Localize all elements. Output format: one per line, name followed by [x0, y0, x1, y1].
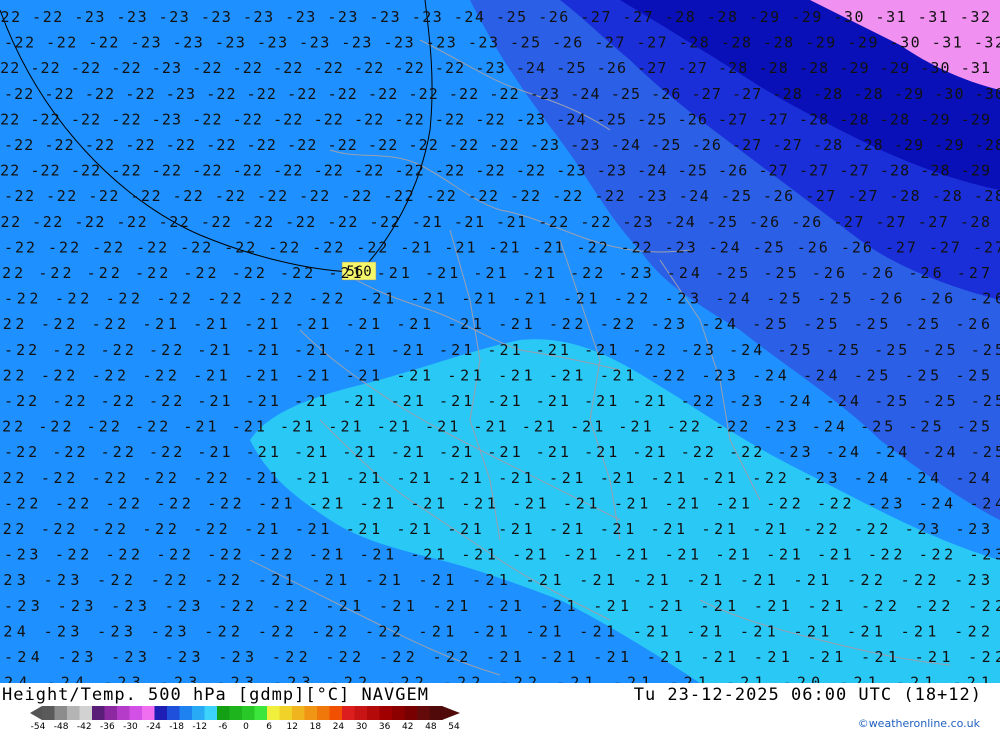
- weather-map: 560 -22 -22 -23 -23 -23 -23 -23 -23 -23 …: [0, 0, 1000, 683]
- map-title: Height/Temp. 500 hPa [gdmp][°C] NAVGEM: [2, 685, 429, 705]
- scale-arrow-left: [30, 706, 42, 720]
- scale-label: -12: [192, 722, 208, 732]
- scale-swatch: [392, 706, 405, 720]
- isotherm-row: -22 -22 -22 -22 -23 -22 -22 -22 -22 -22 …: [4, 85, 1000, 103]
- scale-swatch: [317, 706, 330, 720]
- scale-label: 54: [448, 722, 460, 732]
- scale-swatch: [417, 706, 430, 720]
- scale-swatch: [329, 706, 343, 720]
- scale-label: 6: [266, 722, 272, 732]
- scale-label: 18: [309, 722, 322, 732]
- scale-swatch: [279, 706, 293, 720]
- scale-swatch: [129, 706, 143, 720]
- isotherm-row: -22 -22 -22 -22 -21 -21 -21 -21 -21 -21 …: [4, 341, 1000, 359]
- scale-label: -18: [169, 722, 185, 732]
- isotherm-row: -22 -22 -22 -23 -23 -23 -23 -23 -23 -23 …: [4, 34, 1000, 52]
- isotherm-row: -22 -22 -22 -22 -22 -22 -22 -22 -22 -22 …: [4, 136, 1000, 154]
- scale-swatch: [54, 706, 68, 720]
- scale-label: -42: [76, 722, 92, 732]
- scale-swatch: [367, 706, 380, 720]
- scale-swatch: [217, 706, 230, 720]
- scale-label: 24: [332, 722, 345, 732]
- scale-label: -48: [53, 722, 69, 732]
- scale-label: 42: [402, 722, 414, 732]
- map-footer: Height/Temp. 500 hPa [gdmp][°C] NAVGEM T…: [0, 683, 1000, 733]
- isotherm-row: -22 -22 -22 -22 -22 -22 -22 -22 -22 -22 …: [4, 187, 1000, 205]
- scale-label: -30: [123, 722, 138, 732]
- scale-label: -24: [146, 722, 161, 732]
- scale-swatch: [42, 706, 55, 720]
- scale-swatch: [229, 706, 243, 720]
- scale-swatch: [67, 706, 80, 720]
- scale-swatch: [404, 706, 418, 720]
- scale-swatch: [304, 706, 318, 720]
- credit-link[interactable]: ©weatheronline.co.uk: [858, 717, 980, 730]
- isotherm-row: -22 -22 -22 -22 -21 -21 -21 -21 -21 -21 …: [4, 392, 1000, 410]
- isotherm-row: -22 -22 -22 -22 -23 -22 -22 -22 -22 -22 …: [0, 59, 990, 77]
- scale-swatch: [167, 706, 180, 720]
- scale-swatch: [292, 706, 305, 720]
- scale-swatch: [379, 706, 393, 720]
- isotherm-row: -22 -22 -22 -22 -22 -22 -22 -22 -22 -22 …: [0, 162, 990, 180]
- scale-swatch: [179, 706, 193, 720]
- isotherm-row: -24 -23 -23 -23 -23 -22 -22 -22 -22 -21 …: [4, 648, 1000, 666]
- scale-label: -54: [30, 722, 46, 732]
- scale-swatch: [192, 706, 205, 720]
- scale-label: -36: [99, 722, 115, 732]
- scale-swatch: [429, 706, 443, 720]
- color-scale: [30, 706, 460, 720]
- isotherm-row: -23 -23 -23 -23 -22 -22 -21 -21 -21 -21 …: [4, 597, 1000, 615]
- scale-swatch: [254, 706, 268, 720]
- scale-swatch: [154, 706, 168, 720]
- scale-swatch: [342, 706, 355, 720]
- scale-swatch: [142, 706, 155, 720]
- scale-swatch: [204, 706, 218, 720]
- isotherm-row: -22 -22 -22 -22 -21 -21 -21 -21 -21 -21 …: [4, 443, 1000, 461]
- scale-label: 36: [378, 722, 391, 732]
- scale-swatch: [104, 706, 118, 720]
- scale-swatch: [117, 706, 130, 720]
- scale-swatch: [79, 706, 93, 720]
- scale-swatch: [92, 706, 105, 720]
- scale-arrow-right: [442, 706, 460, 720]
- scale-swatch: [354, 706, 368, 720]
- map-datetime: Tu 23-12-2025 06:00 UTC (18+12): [633, 685, 982, 705]
- scale-swatch: [242, 706, 255, 720]
- scale-label: 48: [425, 722, 437, 732]
- scale-swatch: [267, 706, 280, 720]
- isotherm-row: -22 -22 -22 -22 -23 -22 -22 -22 -22 -22 …: [0, 110, 990, 128]
- scale-label: -6: [218, 722, 228, 732]
- scale-label: 30: [355, 722, 368, 732]
- scale-label: 12: [286, 722, 298, 732]
- scale-label: 0: [243, 722, 249, 732]
